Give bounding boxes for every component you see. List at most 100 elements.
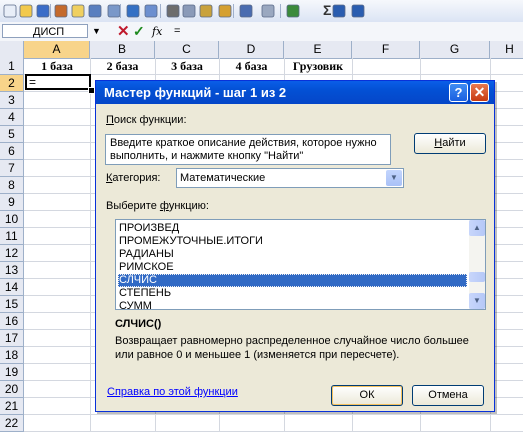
save-icon[interactable] — [35, 3, 51, 19]
toolbar-separator — [50, 4, 51, 18]
row-header-2[interactable]: 2 — [0, 75, 24, 92]
row-header-6[interactable]: 6 — [0, 143, 24, 160]
row-header-8[interactable]: 8 — [0, 177, 24, 194]
copy-icon[interactable] — [181, 3, 197, 19]
enter-formula-icon[interactable]: ✓ — [133, 23, 145, 40]
function-list-item[interactable]: РАДИАНЫ — [118, 248, 467, 261]
select-function-label: Выберите функцию: — [106, 200, 209, 212]
cell-c1[interactable]: 3 база — [155, 58, 219, 75]
email-icon[interactable] — [70, 3, 86, 19]
row-header-19[interactable]: 19 — [0, 364, 24, 381]
chevron-down-icon[interactable]: ▼ — [386, 170, 402, 186]
formula-bar: ДИСП ▼ ✕ ✓ fx = — [0, 22, 523, 42]
format-painter-icon[interactable] — [217, 3, 233, 19]
function-list-item[interactable]: ПРОИЗВЕД — [118, 222, 467, 235]
insert-function-icon[interactable]: fx — [152, 24, 162, 39]
standard-toolbar: Σ — [0, 0, 523, 23]
row-header-16[interactable]: 16 — [0, 313, 24, 330]
fill-handle[interactable] — [88, 87, 95, 94]
row-header-18[interactable]: 18 — [0, 347, 24, 364]
function-help-link[interactable]: Справка по этой функции — [107, 386, 238, 398]
row-header-11[interactable]: 11 — [0, 228, 24, 245]
row-header-20[interactable]: 20 — [0, 381, 24, 398]
search-input[interactable]: Введите краткое описание действия, котор… — [105, 134, 391, 165]
dialog-title-bar[interactable]: Мастер функций - шаг 1 из 2 ? ✕ — [96, 81, 494, 104]
function-list-scrollbar[interactable]: ▲ ▼ — [469, 220, 485, 309]
cell-a1[interactable]: 1 база — [24, 58, 90, 75]
autosum-icon[interactable]: Σ — [323, 2, 331, 18]
column-header-a[interactable]: A — [24, 41, 90, 58]
function-list-item[interactable]: ПРОМЕЖУТОЧНЫЕ.ИТОГИ — [118, 235, 467, 248]
research-icon[interactable] — [143, 3, 159, 19]
category-label: Категория: — [106, 172, 161, 184]
cancel-formula-icon[interactable]: ✕ — [117, 23, 130, 40]
name-box-dropdown-icon[interactable]: ▼ — [92, 26, 101, 36]
cell-b1[interactable]: 2 база — [90, 58, 155, 75]
column-header-c[interactable]: C — [155, 41, 219, 58]
scroll-down-icon[interactable]: ▼ — [469, 293, 485, 309]
toolbar-separator — [120, 4, 121, 18]
row-header-15[interactable]: 15 — [0, 296, 24, 313]
row-header-21[interactable]: 21 — [0, 398, 24, 415]
gridline — [24, 414, 523, 415]
ok-button[interactable]: ОК — [331, 385, 403, 406]
function-list-item[interactable]: СТЕПЕНЬ — [118, 287, 467, 300]
formula-input[interactable]: = — [174, 24, 180, 39]
help-button[interactable]: ? — [449, 83, 468, 102]
function-list-item[interactable]: СУММ — [118, 300, 467, 313]
row-header-22[interactable]: 22 — [0, 415, 24, 432]
row-header-12[interactable]: 12 — [0, 245, 24, 262]
hyperlink-icon[interactable] — [285, 3, 301, 19]
redo-icon[interactable] — [260, 3, 276, 19]
column-header-f[interactable]: F — [352, 41, 420, 58]
category-select[interactable]: Математические ▼ — [176, 168, 404, 188]
row-header-10[interactable]: 10 — [0, 211, 24, 228]
spelling-icon[interactable] — [125, 3, 141, 19]
name-box[interactable]: ДИСП — [2, 24, 88, 38]
row-header-1[interactable]: 1 — [0, 58, 24, 75]
scroll-thumb[interactable] — [469, 272, 485, 282]
sort-descending-icon[interactable] — [350, 3, 366, 19]
function-list-item[interactable]: РИМСКОЕ — [118, 261, 467, 274]
function-wizard-dialog: Мастер функций - шаг 1 из 2 ? ✕ Поиск фу… — [95, 80, 495, 412]
search-label: Поиск функции: — [106, 114, 187, 126]
column-headers: ABCDEFGH — [0, 41, 523, 59]
column-header-g[interactable]: G — [420, 41, 490, 58]
scroll-up-icon[interactable]: ▲ — [469, 220, 485, 236]
row-header-13[interactable]: 13 — [0, 262, 24, 279]
close-button[interactable]: ✕ — [470, 83, 489, 102]
print-icon[interactable] — [87, 3, 103, 19]
row-header-5[interactable]: 5 — [0, 126, 24, 143]
column-header-h[interactable]: H — [490, 41, 523, 58]
row-header-3[interactable]: 3 — [0, 92, 24, 109]
column-header-b[interactable]: B — [90, 41, 155, 58]
row-header-14[interactable]: 14 — [0, 279, 24, 296]
function-list-item[interactable]: СЛЧИС — [118, 274, 467, 287]
find-button[interactable]: Найти — [414, 133, 486, 154]
function-signature: СЛЧИС() — [115, 318, 162, 330]
toolbar-separator — [160, 4, 161, 18]
function-list[interactable]: СУММ СТЕПЕНЬ СЛЧИС РИМСКОЕ РАДИАНЫ ПРОМЕЖУТОЧ… — [115, 219, 486, 313]
active-cell-value: = — [29, 75, 37, 89]
paste-icon[interactable] — [198, 3, 214, 19]
cancel-button[interactable]: Отмена — [412, 385, 484, 406]
row-headers: 1 2 3 4 5 6 7 8 9 10 11 12 13 14 15 16 17 18 19 20 21 22 — [0, 58, 24, 432]
undo-icon[interactable] — [238, 3, 254, 19]
row-header-7[interactable]: 7 — [0, 160, 24, 177]
cell-e1[interactable]: Грузовик — [284, 58, 352, 75]
column-header-d[interactable]: D — [219, 41, 284, 58]
open-icon[interactable] — [18, 3, 34, 19]
gridline — [90, 58, 91, 432]
row-header-17[interactable]: 17 — [0, 330, 24, 347]
cut-icon[interactable] — [165, 3, 181, 19]
column-header-e[interactable]: E — [284, 41, 352, 58]
active-cell[interactable]: = — [25, 74, 91, 90]
sort-ascending-icon[interactable] — [331, 3, 347, 19]
permission-icon[interactable] — [53, 3, 69, 19]
cell-d1[interactable]: 4 база — [219, 58, 284, 75]
select-all-corner[interactable] — [0, 41, 24, 58]
row-header-4[interactable]: 4 — [0, 109, 24, 126]
new-icon[interactable] — [2, 3, 18, 19]
toolbar-separator — [280, 4, 281, 18]
row-header-9[interactable]: 9 — [0, 194, 24, 211]
